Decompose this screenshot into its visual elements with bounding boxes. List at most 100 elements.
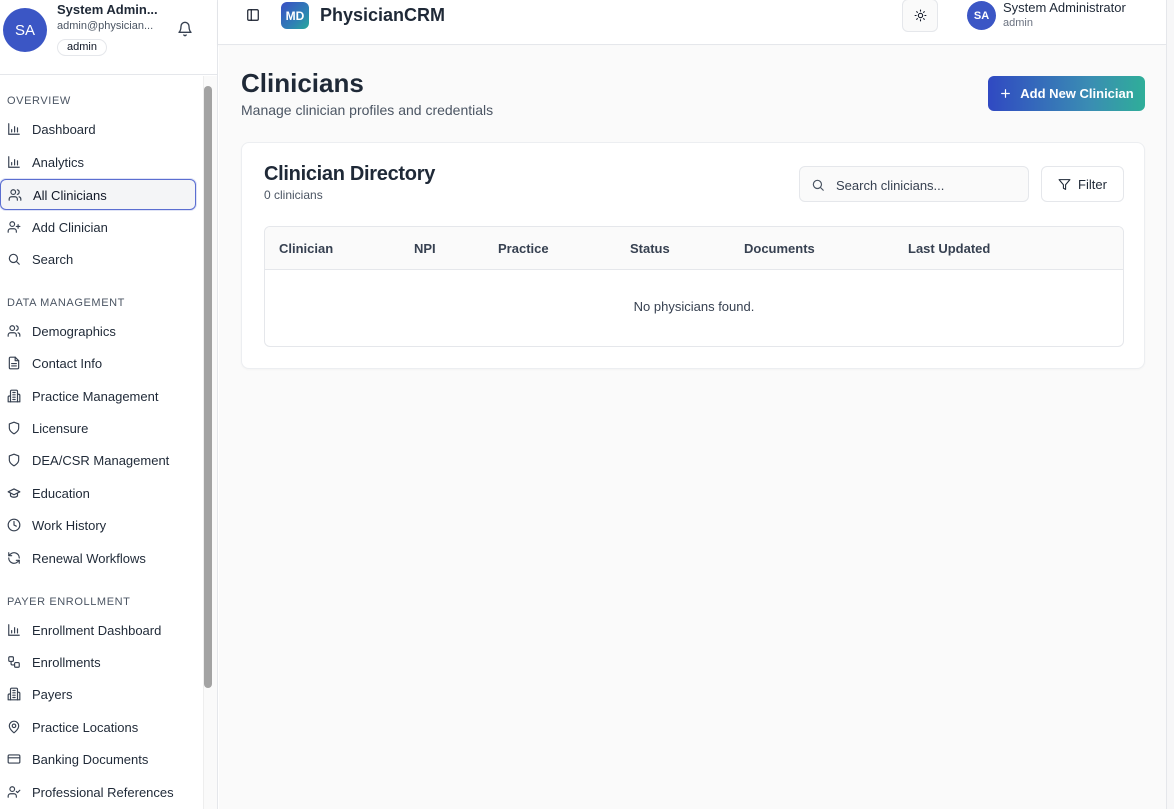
sidebar-item-banking-documents[interactable]: Banking Documents [0,744,196,775]
theme-toggle-button[interactable] [902,0,938,32]
sidebar-item-work-history[interactable]: Work History [0,510,196,541]
plus-icon [1001,89,1011,98]
column-header-documents[interactable]: Documents [744,241,815,256]
sidebar-item-search[interactable]: Search [0,244,196,275]
role-badge: admin [57,39,107,56]
bar-chart-icon [8,123,20,135]
header-avatar[interactable]: SA [967,1,996,30]
sidebar-item-label: Professional References [32,785,174,800]
filter-label: Filter [1078,176,1107,192]
search-box [799,166,1029,202]
sidebar-item-practice-locations[interactable]: Practice Locations [0,712,196,743]
header-user-role: admin [1003,17,1033,29]
table-header: Clinician NPI Practice Status Documents … [265,227,1123,270]
sidebar-item-label: Banking Documents [32,752,149,767]
search-icon [812,179,824,191]
page-title: Clinicians [241,68,364,98]
sidebar-item-label: Practice Management [32,389,159,404]
section-title-overview: OVERVIEW [7,95,71,107]
sidebar-item-label: Demographics [32,324,116,339]
sidebar-item-label: Education [32,486,90,501]
add-new-clinician-label: Add New Clinician [1020,86,1134,101]
sidebar-item-enrollments[interactable]: Enrollments [0,647,196,678]
sidebar-item-practice-management[interactable]: Practice Management [0,381,196,412]
sidebar-item-label: Payers [32,687,73,702]
bell-icon[interactable] [177,21,193,37]
sidebar-item-label: DEA/CSR Management [32,453,170,468]
shield-icon [8,421,20,435]
page-subtitle: Manage clinician profiles and credential… [241,102,494,118]
top-header: MD PhysicianCRM SA System Administrator … [218,0,1166,45]
sidebar-scrollbar-thumb[interactable] [204,86,212,688]
credit-card-icon [7,754,21,764]
add-new-clinician-button[interactable]: Add New Clinician [988,76,1145,111]
bar-chart-icon [8,624,20,636]
refresh-icon [8,552,20,564]
bar-chart-icon [8,156,20,168]
window-edge [1166,0,1174,809]
sidebar-item-label: Contact Info [32,356,103,371]
clinician-table: Clinician NPI Practice Status Documents … [264,226,1124,347]
empty-state-message: No physicians found. [633,299,755,314]
sidebar-item-analytics[interactable]: Analytics [0,147,196,178]
user-email: admin@physician... [57,20,154,32]
filter-button[interactable]: Filter [1041,166,1124,202]
sidebar-item-label: Work History [32,518,107,533]
section-title-payer-enrollment: PAYER ENROLLMENT [7,596,131,608]
sidebar-item-label: Dashboard [32,122,96,137]
sun-icon [914,9,927,22]
column-header-npi[interactable]: NPI [414,241,436,256]
sidebar-item-label: Analytics [32,155,85,170]
sidebar-user-panel: SA System Admin... admin@physician... ad… [0,0,217,75]
section-title-data-management: DATA MANAGEMENT [7,297,125,309]
map-pin-icon [8,720,20,734]
clinician-count: 0 clinicians [264,188,323,202]
clock-icon [7,518,21,532]
user-name: System Admin... [57,2,158,17]
sidebar-item-label: Enrollments [32,655,101,670]
header-user-name: System Administrator [1003,0,1126,15]
sidebar-item-label: Practice Locations [32,720,139,735]
search-icon [8,253,20,265]
sidebar-item-label: Enrollment Dashboard [32,623,162,638]
sidebar-item-contact-info[interactable]: Contact Info [0,348,196,379]
sidebar-item-enrollment-dashboard[interactable]: Enrollment Dashboard [0,615,196,646]
shield-icon [8,453,20,467]
sidebar-item-licensure[interactable]: Licensure [0,413,196,444]
sidebar-item-label: Renewal Workflows [32,551,146,566]
users-icon [8,189,22,201]
main-content: Clinicians Manage clinician profiles and… [219,46,1166,809]
sidebar-nav: OVERVIEW Dashboard Analytics All Clinici… [0,76,203,809]
sidebar-item-label: All Clinicians [33,188,107,203]
file-text-icon [8,356,20,370]
sidebar-item-dea-csr-management[interactable]: DEA/CSR Management [0,445,196,476]
sidebar-item-all-clinicians[interactable]: All Clinicians [0,179,196,210]
building-icon [7,389,21,403]
building-icon [7,687,21,701]
sidebar-item-renewal-workflows[interactable]: Renewal Workflows [0,543,196,574]
app-title: PhysicianCRM [320,5,446,25]
sidebar-item-label: Licensure [32,421,89,436]
sidebar-item-demographics[interactable]: Demographics [0,316,196,347]
search-input[interactable] [836,175,1021,195]
sidebar-item-add-clinician[interactable]: Add Clinician [0,212,196,243]
sidebar-item-education[interactable]: Education [0,478,196,509]
sidebar-item-payers[interactable]: Payers [0,679,196,710]
sidebar-item-professional-references[interactable]: Professional References [0,777,196,808]
workflow-icon [8,656,20,668]
graduation-cap-icon [7,488,21,498]
sidebar-item-label: Search [32,252,74,267]
sidebar-item-label: Add Clinician [32,220,108,235]
filter-icon [1058,178,1071,190]
column-header-last-updated[interactable]: Last Updated [908,241,990,256]
directory-title: Clinician Directory [264,163,436,185]
users-icon [7,325,21,337]
avatar[interactable]: SA [3,8,47,52]
app-logo: MD [281,2,309,29]
column-header-clinician[interactable]: Clinician [279,241,333,256]
column-header-practice[interactable]: Practice [498,241,549,256]
sidebar-item-dashboard[interactable]: Dashboard [0,114,196,145]
sidebar-toggle-icon[interactable] [246,8,260,22]
column-header-status[interactable]: Status [630,241,670,256]
clinician-directory-card: Clinician Directory 0 clinicians Filter … [241,142,1145,369]
